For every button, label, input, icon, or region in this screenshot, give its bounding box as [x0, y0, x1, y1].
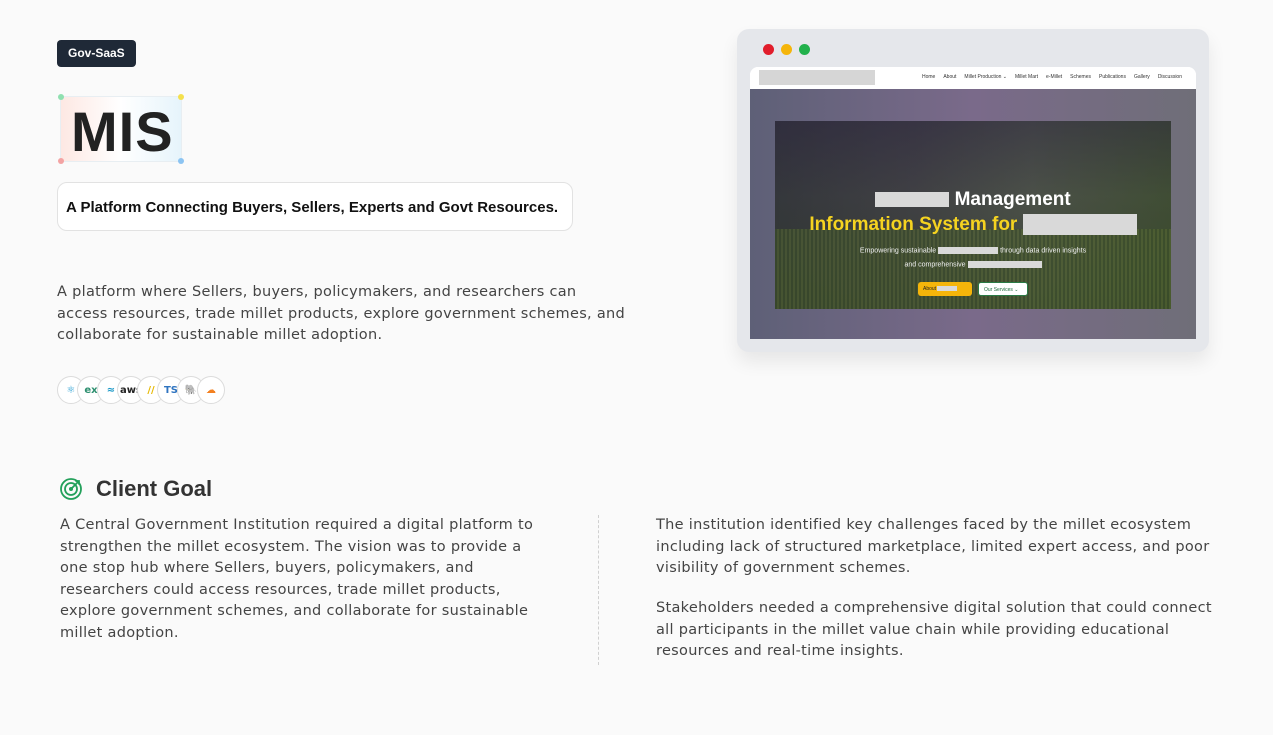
site-nav-link[interactable]: Millet Mart: [1015, 74, 1038, 80]
site-logo-redacted: [759, 70, 875, 85]
site-nav-link[interactable]: Home: [922, 74, 935, 80]
window-maximize-dot: [799, 44, 810, 55]
intro-paragraph: A platform where Sellers, buyers, policy…: [57, 284, 626, 343]
category-badge: Gov-SaaS: [57, 40, 136, 67]
hero-subtitle-text: Empowering sustainable: [859, 247, 937, 255]
site-nav-link[interactable]: Millet Production ⌄: [964, 74, 1007, 80]
field-graphic: [775, 229, 1171, 309]
button-label: Our Services ⌄: [984, 287, 1019, 293]
column-divider: [598, 515, 599, 665]
button-label: About: [923, 286, 937, 292]
hero-title-text: Information System for: [809, 214, 1018, 235]
hero-title-line1: Management: [750, 189, 1196, 211]
target-icon: [60, 478, 82, 500]
hero-title-line2: Information System for: [750, 214, 1196, 236]
product-logo: MIS: [58, 94, 184, 164]
redacted-block: [938, 247, 999, 254]
site-navbar: Home About Millet Production ⌄ Millet Mart e…: [750, 67, 1196, 89]
site-nav-links: Home About Millet Production ⌄ Millet Mart e…: [922, 74, 1182, 80]
site-nav-link[interactable]: Schemes: [1070, 74, 1091, 80]
redacted-block: [875, 192, 950, 208]
logo-text: MIS: [71, 100, 174, 163]
hero-subtitle-line2: and comprehensive: [750, 261, 1196, 268]
cloudflare-icon: ☁: [197, 376, 225, 404]
browser-viewport: Home About Millet Production ⌄ Millet Mart e…: [750, 67, 1196, 339]
site-nav-link[interactable]: About: [943, 74, 956, 80]
window-close-dot: [763, 44, 774, 55]
window-minimize-dot: [781, 44, 792, 55]
browser-mockup: Home About Millet Production ⌄ Millet Mart e…: [737, 29, 1209, 352]
site-nav-link[interactable]: Gallery: [1134, 74, 1150, 80]
redacted-block: [937, 286, 958, 292]
redacted-block: [1022, 214, 1137, 236]
goal-left-paragraph: A Central Government Institution require…: [60, 517, 534, 641]
hero-services-button[interactable]: Our Services ⌄: [978, 282, 1028, 296]
section-title: Client Goal: [96, 476, 213, 501]
hero-about-button[interactable]: About: [918, 282, 972, 296]
handle-dot: [178, 94, 184, 100]
hero-subtitle-text: through data driven insights: [1000, 247, 1087, 255]
tagline: A Platform Connecting Buyers, Sellers, E…: [57, 182, 573, 231]
hero-subtitle-line1: Empowering sustainable through data driv…: [750, 247, 1196, 254]
handle-dot: [58, 158, 64, 164]
handle-dot: [178, 158, 184, 164]
site-hero: Management Information System for Empowe…: [750, 89, 1196, 339]
site-nav-link[interactable]: Discussion: [1158, 74, 1182, 80]
handle-dot: [58, 94, 64, 100]
goal-right-paragraph-2: Stakeholders needed a comprehensive digi…: [656, 600, 1212, 659]
hero-subtitle-text: and comprehensive: [904, 261, 966, 269]
hero-title-text: Management: [954, 189, 1071, 210]
site-nav-link[interactable]: Publications: [1099, 74, 1126, 80]
redacted-block: [967, 261, 1042, 268]
goal-right-paragraph-1: The institution identified key challenge…: [656, 517, 1210, 576]
site-nav-link[interactable]: e-Millet: [1046, 74, 1062, 80]
